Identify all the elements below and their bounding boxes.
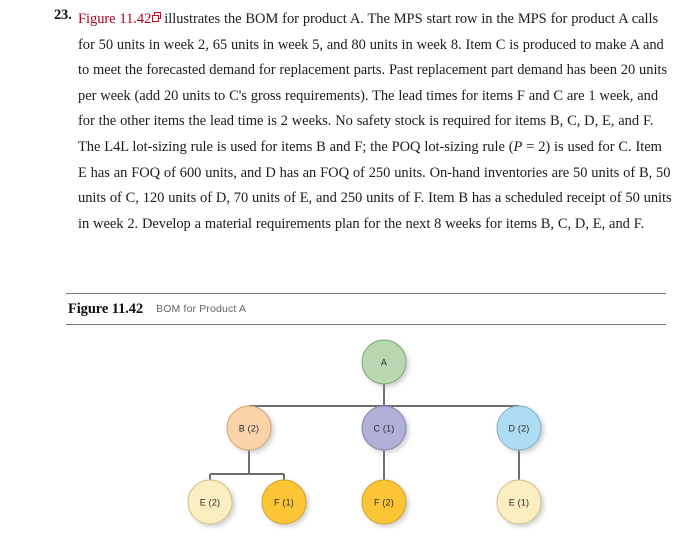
bom-node-f1[interactable]: F (1) (261, 479, 307, 525)
bom-node-d[interactable]: D (2) (496, 405, 542, 451)
bom-node-f2[interactable]: F (2) (361, 479, 407, 525)
bom-tree-svg: A B (2) C (1) D (2) E (2) F (1) F (2) E (1) (187, 339, 542, 525)
question-text: Figure 11.42 illustrates the BOM for prod… (0, 0, 684, 237)
poq-formula-value: = 2 (522, 138, 546, 155)
node-label-d: D (2) (509, 424, 530, 434)
question-number: 23. (54, 7, 72, 23)
node-group: A B (2) C (1) D (2) E (2) F (1) F (2) E (1) (187, 339, 542, 525)
caption-row: Figure 11.42 BOM for Product A (66, 294, 666, 324)
edge-group-level-1 (249, 384, 519, 407)
node-label-b: B (2) (239, 424, 260, 434)
figure-link[interactable]: Figure 11.42 (78, 11, 151, 27)
node-label-c: C (1) (374, 424, 395, 434)
figure-caption-subtitle: BOM for Product A (156, 303, 247, 315)
edge-group-level-2 (209, 450, 520, 480)
bom-node-e2[interactable]: E (1) (496, 479, 542, 525)
node-label-f1: F (1) (274, 498, 294, 508)
node-label-e1: E (2) (200, 498, 221, 508)
bom-node-b[interactable]: B (2) (226, 405, 272, 451)
popout-window-icon[interactable] (152, 12, 162, 22)
bom-tree-diagram: A B (2) C (1) D (2) E (2) F (1) F (2) E (1) (0, 332, 684, 548)
node-label-f2: F (2) (374, 498, 394, 508)
question-text-part-1: illustrates the BOM for product A. The M… (78, 11, 667, 155)
node-label-a: A (381, 358, 387, 368)
node-label-e2: E (1) (509, 498, 530, 508)
figure-caption-block: Figure 11.42 BOM for Product A (66, 293, 666, 325)
bom-node-c[interactable]: C (1) (361, 405, 407, 451)
question-block: 23. Figure 11.42 illustrates the BOM for … (0, 0, 684, 237)
figure-caption-number: Figure 11.42 (68, 300, 144, 317)
bom-node-a[interactable]: A (361, 339, 407, 385)
poq-formula-variable: P (513, 138, 523, 155)
bom-node-e1[interactable]: E (2) (187, 479, 233, 525)
caption-rule-bottom (66, 324, 666, 325)
